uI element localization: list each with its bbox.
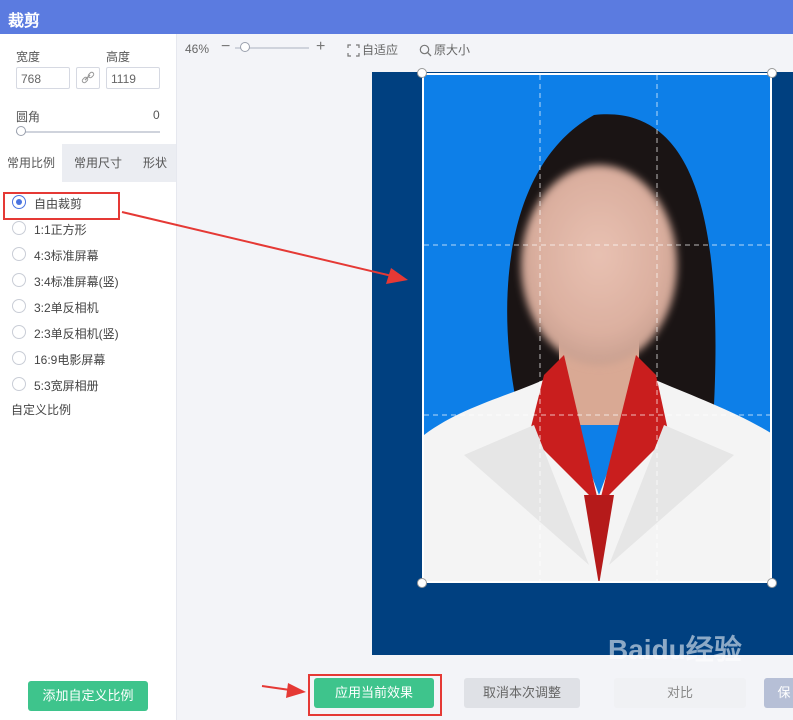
watermark: Baidu经验	[608, 634, 742, 665]
annotation-arrows	[121, 211, 408, 698]
arrow-icon	[121, 211, 408, 284]
arrow-icon	[261, 683, 306, 698]
